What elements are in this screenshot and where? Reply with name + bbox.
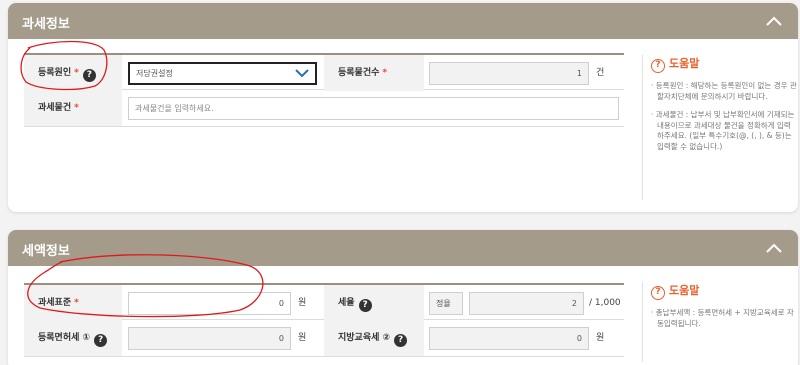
tax-detail-row: 등록면허세 ①? 0 원 지방교육세 ②? 0 원 bbox=[24, 320, 624, 357]
tax-info-help: ? 도움말 · 등록원인 : 해당하는 등록원인이 없는 경우 관할자치단체에 문… bbox=[642, 55, 797, 200]
reason-row: 등록원인 *? 저당권설정 등록물건수 * 1 건 bbox=[24, 53, 624, 91]
base-row: 과세표준 * 0 원 세율? 정율 2 / 1,000 bbox=[24, 283, 624, 321]
reg-tax-label: 등록면허세 ①? bbox=[24, 320, 122, 356]
reason-label: 등록원인 *? bbox=[24, 55, 122, 91]
count-label: 등록물건수 * bbox=[324, 55, 424, 91]
edu-tax-unit: 원 bbox=[596, 333, 605, 343]
rate-label: 세율? bbox=[324, 285, 424, 321]
count-field: 1 bbox=[429, 62, 589, 85]
help-item-reason: · 등록원인 : 해당하는 등록원인이 없는 경우 관할자치단체에 문의하시기 … bbox=[651, 81, 797, 101]
help-title: ? 도움말 bbox=[651, 282, 797, 300]
base-input[interactable]: 0 bbox=[128, 292, 291, 315]
chevron-down-icon bbox=[295, 69, 309, 78]
edu-tax-field: 0 bbox=[429, 327, 589, 350]
question-icon[interactable]: ? bbox=[358, 299, 372, 312]
chevron-up-icon[interactable] bbox=[764, 238, 784, 258]
tax-amount-header: 세액정보 bbox=[8, 230, 798, 266]
tax-amount-title: 세액정보 bbox=[22, 244, 70, 259]
rate-type-field: 정율 bbox=[429, 292, 463, 315]
tax-amount-help: ? 도움말 · 총납부세액 : 등록면허세 + 지방교육세로 자동입력됩니다. bbox=[642, 282, 797, 362]
chevron-up-icon[interactable] bbox=[764, 11, 784, 31]
base-label: 과세표준 * bbox=[24, 285, 122, 321]
tax-info-panel: 과세정보 등록원인 *? 저당권설정 등록물건수 * 1 건 과세물건 * 과세… bbox=[8, 3, 798, 212]
help-title: ? 도움말 bbox=[651, 55, 797, 73]
object-row: 과세물건 * 과세물건을 입력하세요. bbox=[24, 90, 624, 127]
question-icon[interactable]: ? bbox=[94, 334, 108, 347]
object-input[interactable]: 과세물건을 입력하세요. bbox=[128, 97, 619, 120]
help-icon: ? bbox=[651, 286, 665, 300]
help-icon: ? bbox=[651, 59, 665, 73]
required-mark: * bbox=[74, 68, 79, 78]
base-unit: 원 bbox=[298, 298, 307, 308]
question-icon[interactable]: ? bbox=[82, 69, 96, 82]
object-label: 과세물건 * bbox=[24, 90, 122, 126]
question-icon[interactable]: ? bbox=[394, 334, 408, 347]
edu-tax-label: 지방교육세 ②? bbox=[324, 320, 424, 356]
count-unit: 건 bbox=[596, 68, 605, 78]
help-item-total: · 총납부세액 : 등록면허세 + 지방교육세로 자동입력됩니다. bbox=[651, 308, 794, 328]
reg-tax-field: 0 bbox=[128, 327, 291, 350]
help-item-object: · 과세물건 : 납부서 및 납부확인서에 기재되는 내용이므로 과세대상 물건… bbox=[651, 110, 795, 151]
rate-unit: / 1,000 bbox=[589, 298, 621, 308]
reason-select[interactable]: 저당권설정 bbox=[128, 62, 317, 85]
rate-value-field: 2 bbox=[469, 292, 584, 315]
tax-info-title: 과세정보 bbox=[22, 17, 70, 32]
tax-info-header: 과세정보 bbox=[8, 3, 798, 39]
reg-tax-unit: 원 bbox=[298, 333, 307, 343]
tax-amount-panel: 세액정보 과세표준 * 0 원 세율? 정율 2 / 1,000 등록면허세 ①?… bbox=[8, 230, 798, 365]
